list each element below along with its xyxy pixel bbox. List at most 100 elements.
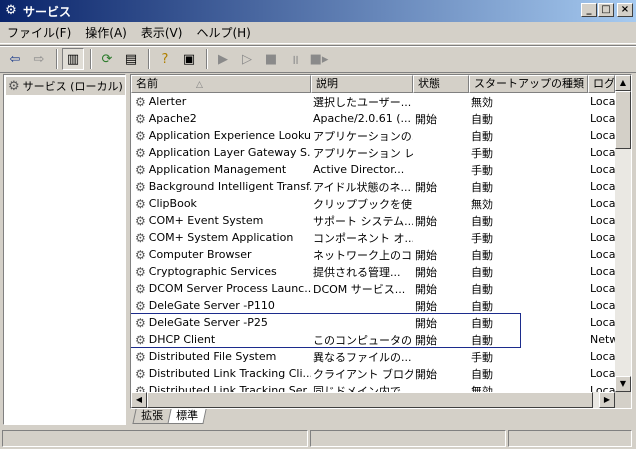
service-name: Distributed Link Tracking Cli... xyxy=(148,367,311,380)
horizontal-scrollbar[interactable]: ◀ ▶ xyxy=(131,392,615,408)
table-row[interactable]: ⚙DHCP Clientこのコンピュータの...開始自動Netw xyxy=(131,331,615,348)
menu-help[interactable]: ヘルプ(H) xyxy=(189,24,257,41)
back-arrow-icon[interactable]: ⇦ xyxy=(4,48,26,70)
horizontal-scroll-thumb[interactable] xyxy=(147,392,593,408)
refresh-icon[interactable]: ⟳ xyxy=(96,48,118,70)
table-row[interactable]: ⚙ Cryptographic Services 提供される管理... 開始 自動 Loc… xyxy=(131,263,615,280)
service-name-cell: ⚙ Application Management xyxy=(131,163,311,177)
service-name: DeleGate Server -P25 xyxy=(148,316,268,329)
list-header: 名前△ 説明 状態 スタートアップの種類 ログオ xyxy=(131,75,615,93)
service-startup-type: 自動 xyxy=(471,248,493,262)
service-gear-icon: ⚙ xyxy=(135,145,146,160)
service-description: アプリケーション レ... xyxy=(313,146,413,160)
help-icon[interactable]: ? xyxy=(154,48,176,70)
table-row[interactable]: ⚙ COM+ Event System サポート システム... 開始 自動 Loca xyxy=(131,212,615,229)
service-startup-type: 手動 xyxy=(471,350,493,364)
pause-icon[interactable]: ॥ xyxy=(284,48,306,70)
service-gear-icon: ⚙ xyxy=(135,111,146,126)
forward-arrow-icon[interactable]: ⇨ xyxy=(28,48,50,70)
table-row[interactable]: ⚙ Computer Browser ネットワーク上のコ... 開始 自動 Loca xyxy=(131,246,615,263)
service-startup-type: 手動 xyxy=(471,146,493,160)
service-gear-icon: ⚙ xyxy=(135,349,146,364)
column-header-description[interactable]: 説明 xyxy=(311,75,413,93)
service-description: クリップブックを使... xyxy=(313,197,413,211)
toolbar-separator xyxy=(206,49,208,69)
service-logon: Loca xyxy=(590,214,615,227)
export-list-icon[interactable]: ▤ xyxy=(120,48,142,70)
service-name: Cryptographic Services xyxy=(148,265,277,278)
table-row[interactable]: ⚙ COM+ System Application コンポーネント オ... 手動 Lo… xyxy=(131,229,615,246)
service-status: 開始 xyxy=(415,299,437,313)
service-logon: Loca xyxy=(590,95,615,108)
show-tree-icon[interactable]: ▥ xyxy=(62,48,84,70)
column-header-status[interactable]: 状態 xyxy=(413,75,469,93)
service-status: 開始 xyxy=(415,282,437,296)
tab-standard[interactable]: 標準 xyxy=(167,409,207,424)
vertical-scrollbar[interactable]: ▲ ▼ xyxy=(615,75,631,392)
service-gear-icon: ⚙ xyxy=(135,213,146,228)
table-row[interactable]: ⚙ Application Management Active Director..… xyxy=(131,161,615,178)
service-logon: Loca xyxy=(590,231,615,244)
service-name-cell: ⚙ DeleGate Server -P25 xyxy=(131,316,311,330)
service-startup-type: 無効 xyxy=(471,197,493,211)
status-bar xyxy=(0,428,636,449)
maximize-button[interactable]: □ xyxy=(598,3,614,17)
table-row[interactable]: ⚙ ClipBook クリップブックを使... 無効 Loca xyxy=(131,195,615,212)
service-name: Distributed File System xyxy=(148,350,277,363)
stop-icon[interactable]: ■ xyxy=(260,48,282,70)
column-header-logon[interactable]: ログオ xyxy=(588,75,615,93)
scroll-up-button[interactable]: ▲ xyxy=(615,75,631,91)
service-status: 開始 xyxy=(415,265,437,279)
service-description: Active Director... xyxy=(313,163,405,176)
service-status: 開始 xyxy=(415,333,437,347)
table-row[interactable]: ⚙ Application Layer Gateway S... アプリケーション … xyxy=(131,144,615,161)
minimize-button[interactable]: _ xyxy=(581,3,597,17)
service-status: 開始 xyxy=(415,214,437,228)
service-logon: Loca xyxy=(590,129,615,142)
restart-icon[interactable]: ■▸ xyxy=(308,48,330,70)
table-row[interactable]: ⚙ Background Intelligent Transf... アイドル状態の… xyxy=(131,178,615,195)
service-gear-icon: ⚙ xyxy=(135,332,146,347)
table-row[interactable]: ⚙ DeleGate Server -P110 開始 自動 Loca xyxy=(131,297,615,314)
view-tabs: 拡張 標準 xyxy=(130,409,632,425)
table-row[interactable]: ⚙ Alerter 選択したユーザー... 無効 Loca xyxy=(131,93,615,110)
service-name-cell: ⚙ Apache2 xyxy=(131,112,311,126)
tab-extended[interactable]: 拡張 xyxy=(132,409,172,424)
service-name: Apache2 xyxy=(148,112,197,125)
service-gear-icon: ⚙ xyxy=(135,179,146,194)
table-row[interactable]: ⚙ DeleGate Server -P25 開始 自動 Loca xyxy=(131,314,615,331)
console-tree: ⚙ サービス (ローカル) xyxy=(3,74,126,425)
close-button[interactable]: × xyxy=(617,3,633,17)
column-header-startup-type[interactable]: スタートアップの種類 xyxy=(469,75,588,93)
services-gear-icon: ⚙ xyxy=(8,78,20,94)
menu-action[interactable]: 操作(A) xyxy=(78,24,134,41)
service-logon: Loca xyxy=(590,112,615,125)
table-row[interactable]: ⚙ Distributed File System 異なるファイルの... 手動 Loc… xyxy=(131,348,615,365)
toolbar-separator xyxy=(148,49,150,69)
service-status: 開始 xyxy=(415,248,437,262)
service-description: DCOM サービス... xyxy=(313,282,406,296)
status-panel xyxy=(2,430,308,447)
play-icon[interactable]: ▶ xyxy=(212,48,234,70)
service-logon: Netw xyxy=(590,333,615,346)
play-alt-icon[interactable]: ▷ xyxy=(236,48,258,70)
table-row[interactable]: ⚙ Application Experience Looku... アプリケーション… xyxy=(131,127,615,144)
service-logon: Loca xyxy=(590,282,615,295)
vertical-scroll-thumb[interactable] xyxy=(615,91,631,149)
tree-item-label: サービス (ローカル) xyxy=(22,80,123,93)
tree-item-services-local[interactable]: ⚙ サービス (ローカル) xyxy=(6,77,125,95)
service-gear-icon: ⚙ xyxy=(135,298,146,313)
menu-file[interactable]: ファイル(F) xyxy=(0,24,78,41)
table-row[interactable]: ⚙ Apache2 Apache/2.0.61 (... 開始 自動 Loca xyxy=(131,110,615,127)
service-gear-icon: ⚙ xyxy=(135,230,146,245)
console-icon[interactable]: ▣ xyxy=(178,48,200,70)
table-row[interactable]: ⚙ DCOM Server Process Launc... DCOM サービス..… xyxy=(131,280,615,297)
scroll-right-button[interactable]: ▶ xyxy=(599,392,615,408)
scroll-down-button[interactable]: ▼ xyxy=(615,376,631,392)
table-row[interactable]: ⚙ Distributed Link Tracking Cli... クライアント … xyxy=(131,365,615,382)
column-header-name[interactable]: 名前 △ xyxy=(131,75,311,93)
service-description: Apache/2.0.61 (... xyxy=(313,112,412,125)
service-name-cell: ⚙ Alerter xyxy=(131,95,311,109)
scroll-left-button[interactable]: ◀ xyxy=(131,392,147,408)
menu-view[interactable]: 表示(V) xyxy=(134,24,190,41)
